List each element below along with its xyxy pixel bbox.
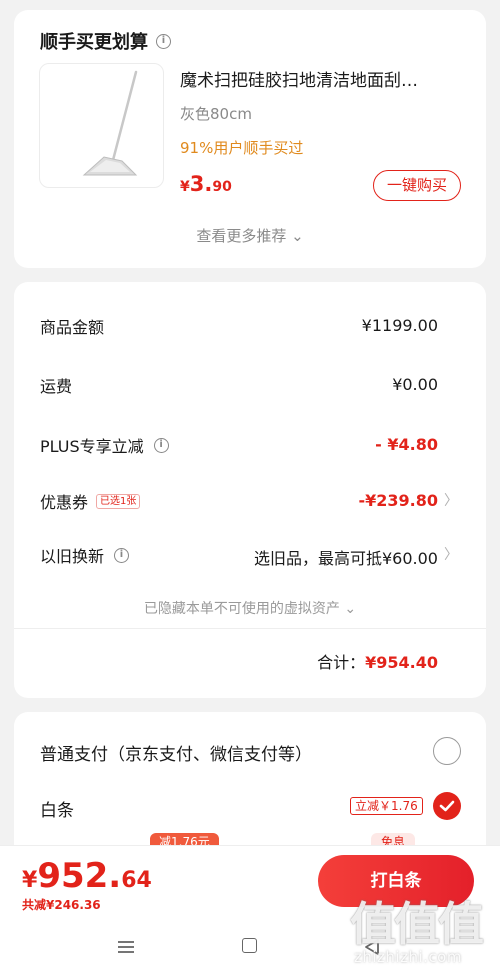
more-recommendations-link[interactable]: 查看更多推荐 ⌄ (14, 225, 486, 246)
final-price: ¥952.64 (22, 856, 152, 896)
pay-baitiao-button[interactable]: 打白条 (318, 855, 474, 907)
back-icon[interactable] (364, 938, 380, 956)
info-icon[interactable]: i (114, 547, 130, 563)
bundle-title: 顺手买更划算 i (40, 28, 171, 54)
social-proof: 91%用户顺手买过 (180, 139, 304, 157)
coupon-row[interactable]: 优惠券 已选1张 (40, 489, 141, 513)
info-icon[interactable]: i (153, 437, 169, 453)
product-spec: 灰色80cm (180, 105, 252, 123)
final-price-symbol: ¥ (22, 868, 38, 893)
plus-discount-label: PLUS专享立减 i (40, 433, 169, 457)
hidden-assets-toggle[interactable]: 已隐藏本单不可使用的虚拟资产 ⌄ (14, 598, 486, 618)
trade-in-value[interactable]: 选旧品，最高可抵¥60.00 (254, 545, 438, 569)
check-icon (439, 800, 455, 812)
total-saved: 共减¥246.36 (22, 898, 101, 912)
payment-option-normal[interactable]: 普通支付（京东支付、微信支付等） (40, 740, 312, 765)
shipping-value: ¥0.00 (392, 375, 438, 394)
price-dec: 90 (212, 179, 232, 195)
radio-checked-icon[interactable] (433, 792, 461, 820)
final-price-int: 952. (37, 856, 122, 896)
baitiao-discount-tag: 立减￥1.76 (350, 797, 423, 815)
coupon-selected-tag: 已选1张 (96, 493, 141, 509)
subtotal-label: 商品金额 (40, 318, 105, 337)
broom-icon (82, 70, 138, 176)
chevron-right-icon[interactable]: 〉 (444, 544, 458, 564)
subtotal-value: ¥1199.00 (361, 316, 438, 335)
total-label: 合计： (317, 653, 366, 672)
coupon-value[interactable]: -¥239.80 (358, 491, 438, 510)
divider (14, 628, 486, 629)
home-icon[interactable] (242, 938, 257, 953)
shipping-label: 运费 (40, 377, 73, 396)
plus-discount-text: PLUS专享立减 (40, 437, 144, 456)
menu-icon[interactable] (117, 940, 135, 954)
plus-discount-value: - ¥4.80 (375, 435, 438, 454)
coupon-label: 优惠券 (40, 493, 89, 512)
checkout-bar: ¥952.64 共减¥246.36 打白条 (0, 845, 500, 975)
total-value: ¥954.40 (365, 653, 438, 672)
product-name[interactable]: 魔术扫把硅胶扫地清洁地面刮… (180, 66, 465, 91)
trade-in-label-row: 以旧换新 i (40, 543, 130, 567)
bundle-title-text: 顺手买更划算 (40, 32, 148, 53)
product-price: ¥3.90 (180, 172, 232, 196)
trade-in-label: 以旧换新 (40, 547, 105, 566)
final-price-dec: 64 (121, 868, 152, 893)
price-int: 3. (189, 172, 213, 196)
product-thumbnail[interactable] (39, 63, 164, 188)
buy-now-button[interactable]: 一键购买 (373, 170, 461, 201)
info-icon[interactable]: i (156, 33, 171, 49)
order-summary-card: 商品金额 ¥1199.00 运费 ¥0.00 PLUS专享立减 i - ¥4.8… (14, 282, 486, 698)
payment-option-baitiao[interactable]: 白条 (40, 796, 74, 821)
total-row: 合计：¥954.40 (317, 649, 438, 673)
radio-unchecked-icon[interactable] (433, 737, 461, 765)
price-symbol: ¥ (180, 179, 190, 195)
chevron-right-icon[interactable]: 〉 (444, 490, 458, 510)
bundle-card: 顺手买更划算 i 魔术扫把硅胶扫地清洁地面刮… 灰色80cm 91%用户顺手买过… (14, 10, 486, 268)
